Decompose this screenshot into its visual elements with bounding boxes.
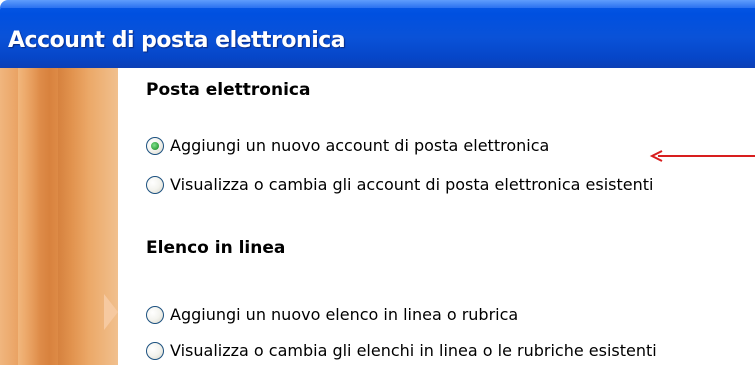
section-title-email: Posta elettronica xyxy=(146,80,311,100)
radio-option-add-directory[interactable]: Aggiungi un nuovo elenco in linea o rubr… xyxy=(146,305,518,324)
side-decoration-panel xyxy=(0,68,118,365)
radio-option-view-email-accounts[interactable]: Visualizza o cambia gli account di posta… xyxy=(146,175,653,194)
radio-label: Aggiungi un nuovo account di posta elett… xyxy=(170,136,550,155)
dialog-window: Account di posta elettronica Posta elett… xyxy=(0,0,755,365)
annotation-arrow-icon xyxy=(649,150,755,162)
side-panel-shade xyxy=(58,68,88,365)
radio-button[interactable] xyxy=(146,305,164,324)
title-bar[interactable]: Account di posta elettronica xyxy=(0,0,755,68)
radio-button[interactable] xyxy=(146,341,164,360)
radio-label: Visualizza o cambia gli elenchi in linea… xyxy=(170,341,657,360)
radio-button[interactable] xyxy=(146,175,164,194)
window-title: Account di posta elettronica xyxy=(8,28,346,53)
radio-label: Aggiungi un nuovo elenco in linea o rubr… xyxy=(170,305,519,324)
chevron-decoration-icon xyxy=(104,294,118,330)
radio-option-view-directories[interactable]: Visualizza o cambia gli elenchi in linea… xyxy=(146,341,657,360)
content-area: Posta elettronica Aggiungi un nuovo acco… xyxy=(118,68,755,365)
radio-option-add-email-account[interactable]: Aggiungi un nuovo account di posta elett… xyxy=(146,136,549,155)
radio-label: Visualizza o cambia gli account di posta… xyxy=(170,175,654,194)
radio-button-selected[interactable] xyxy=(146,136,164,155)
side-panel-highlight xyxy=(18,68,40,365)
section-title-directory: Elenco in linea xyxy=(146,238,286,258)
